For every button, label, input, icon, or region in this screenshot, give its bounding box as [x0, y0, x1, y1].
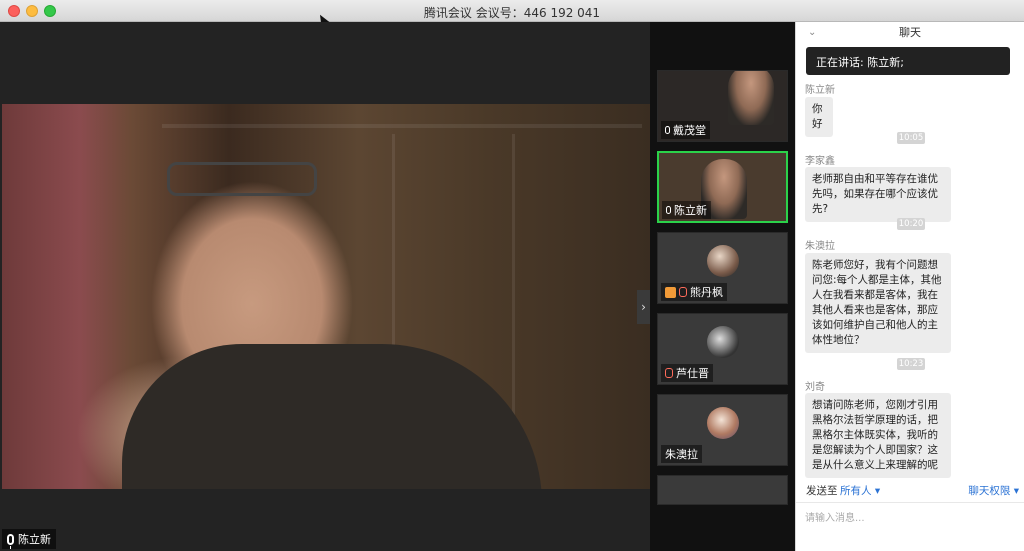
participant-tile[interactable]: 朱澳拉: [657, 394, 788, 466]
recipient-dropdown[interactable]: 所有人 ▾: [840, 483, 880, 498]
muted-microphone-icon: [665, 368, 673, 378]
speaker-video[interactable]: [2, 104, 650, 489]
message-sender: 朱澳拉: [805, 241, 835, 252]
chat-permissions-dropdown[interactable]: 聊天权限 ▾: [968, 483, 1019, 498]
chevron-down-icon[interactable]: ⌄: [808, 22, 816, 44]
speaking-indicator: 正在讲话: 陈立新;: [806, 47, 1010, 75]
collapse-strip-button[interactable]: ›: [637, 290, 650, 324]
message-bubble: 老师那自由和平等存在谁优先吗，如果存在哪个应该优先?: [805, 167, 951, 222]
speaker-body: [122, 344, 542, 489]
message-bubble: 陈老师您好，我有个问题想问您:每个人都是主体，其他人在我看来都是客体，我在其他人…: [805, 253, 951, 353]
chat-header: ⌄ 聊天: [796, 22, 1024, 44]
main-video-area: 陈立新 ›: [0, 22, 650, 551]
participant-name: 熊丹枫: [690, 286, 723, 299]
message-time: 10:05: [897, 132, 925, 144]
participant-tile[interactable]: 熊丹枫: [657, 232, 788, 304]
participant-tile[interactable]: 芦仕晋: [657, 313, 788, 385]
chevron-right-icon: ›: [641, 300, 646, 314]
participant-label: 朱澳拉: [661, 445, 702, 463]
send-target-bar: 发送至 所有人 ▾ 聊天权限 ▾: [796, 481, 1024, 499]
message-sender: 李家鑫: [805, 156, 835, 167]
message-sender: 刘奇: [805, 382, 825, 393]
message-bubble: 你好: [805, 97, 833, 137]
send-to-label: 发送至: [806, 485, 838, 497]
speaker-glasses: [167, 162, 317, 196]
participant-label: 芦仕晋: [661, 364, 713, 382]
participant-label: 熊丹枫: [661, 283, 727, 301]
permissions-label: 聊天权限: [968, 485, 1011, 497]
participant-name: 芦仕晋: [676, 367, 709, 380]
participant-strip: 戴茂堂 陈立新 熊丹枫 芦仕晋 朱澳拉: [650, 22, 795, 551]
avatar: [706, 245, 739, 277]
participant-tile[interactable]: [657, 475, 788, 505]
title-bar: 腾讯会议 会议号：446 192 041: [0, 0, 1024, 28]
muted-microphone-icon: [679, 287, 687, 297]
main-speaker-name: 陈立新: [18, 533, 51, 546]
participant-video: [728, 71, 774, 125]
chat-panel: ⌄ 聊天 正在讲话: 陈立新; 陈立新 你好 10:05 李家鑫 老师那自由和平…: [795, 22, 1024, 551]
chat-message-input[interactable]: 请输入消息...: [796, 502, 1024, 551]
message-bubble: 想请问陈老师，您刚才引用黑格尔法哲学原理的话，把黑格尔主体既实体，我听的是您解读…: [805, 393, 951, 478]
message-time: 10:20: [897, 218, 925, 230]
main-speaker-tag: 陈立新: [2, 529, 56, 549]
avatar: [706, 407, 739, 439]
window-title: 腾讯会议 会议号：446 192 041: [423, 6, 601, 20]
chat-title: 聊天: [899, 26, 921, 39]
message-sender: 陈立新: [805, 85, 835, 96]
participant-tile-active[interactable]: 陈立新: [657, 151, 788, 223]
microphone-icon: [665, 126, 670, 134]
message-time: 10:23: [897, 358, 925, 370]
participant-name: 戴茂堂: [673, 124, 706, 137]
recipient-value: 所有人: [840, 485, 872, 497]
host-icon: [665, 286, 676, 298]
participant-label: 戴茂堂: [661, 121, 710, 139]
participant-name: 朱澳拉: [665, 448, 698, 461]
participant-label: 陈立新: [662, 201, 711, 219]
avatar: [706, 326, 739, 358]
microphone-icon: [666, 206, 671, 214]
participant-tile[interactable]: 戴茂堂: [657, 70, 788, 142]
microphone-icon: [7, 533, 14, 549]
participant-name: 陈立新: [674, 204, 707, 217]
